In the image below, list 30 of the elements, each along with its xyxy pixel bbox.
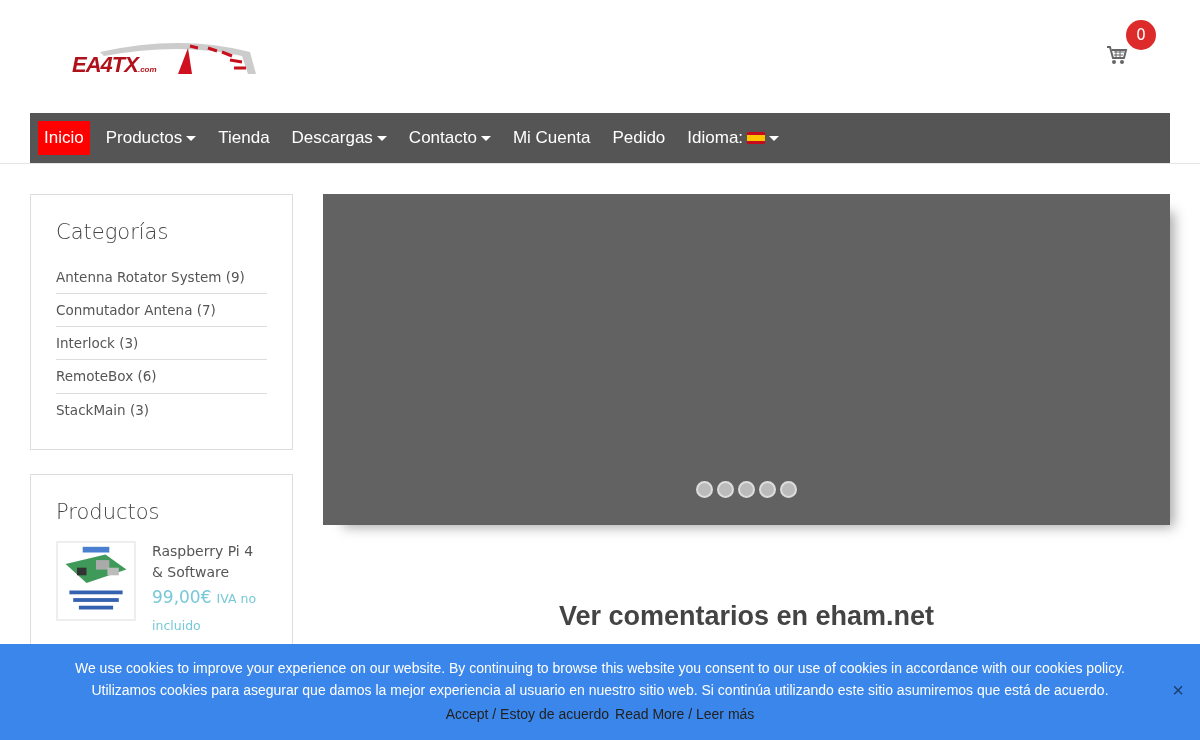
category-link[interactable]: RemoteBox (6) — [56, 360, 267, 394]
nav-link-item[interactable]: Contacto — [402, 121, 497, 155]
slider-dot[interactable] — [738, 481, 755, 498]
read-more-link[interactable]: Read More / Leer más — [612, 706, 758, 722]
slider-dot[interactable] — [717, 481, 734, 498]
nav-link-item[interactable]: Pedido — [606, 121, 672, 155]
cookie-notice-text: We use cookies to improve your experience on our website. By continuing to browse this website you consent to our use of cookies in accordance with our cookies policy. — [74, 660, 1125, 676]
slider-dot[interactable] — [759, 481, 776, 498]
nav-link-item[interactable]: Productos — [99, 121, 203, 155]
widget-title: Categorías — [56, 219, 170, 246]
nav-link-item[interactable]: Idioma: — [681, 121, 786, 155]
slider-dot[interactable] — [780, 481, 797, 498]
nav-link-item[interactable]: Tienda — [212, 121, 276, 155]
category-link[interactable]: Antenna Rotator System (9) — [56, 260, 267, 294]
price-text: 99,00€ IVA no incluido — [152, 585, 258, 636]
category-link[interactable]: Conmutador Antena (7) — [56, 293, 267, 327]
logo-text[interactable]: EA4TX.com — [72, 52, 157, 78]
slider-dot[interactable] — [696, 481, 713, 498]
category-link[interactable]: Interlock (3) — [56, 327, 267, 361]
nav-link-item[interactable]: Inicio — [38, 121, 90, 155]
nav-link-item[interactable]: Mi Cuenta — [506, 121, 597, 155]
cart-count-badge: 0 — [1126, 20, 1156, 50]
widget-title: Productos — [56, 499, 161, 526]
accept-button[interactable]: Accept / Estoy de acuerdo — [442, 706, 613, 722]
cart-icon[interactable] — [1106, 43, 1128, 66]
category-link[interactable]: StackMain (3) — [56, 393, 267, 426]
cookie-notice-text: Utilizamos cookies para asegurar que damos la mejor experiencia al usuario en nuestro sitio web. Si continúa utilizando este sitio asumiremos que está de acuerdo. — [91, 682, 1109, 698]
product-link[interactable]: Raspberry Pi 4 & Software — [152, 540, 267, 583]
nav-link-item[interactable]: Descargas — [285, 121, 393, 155]
section-heading: Ver comentarios en eham.net — [557, 601, 936, 632]
